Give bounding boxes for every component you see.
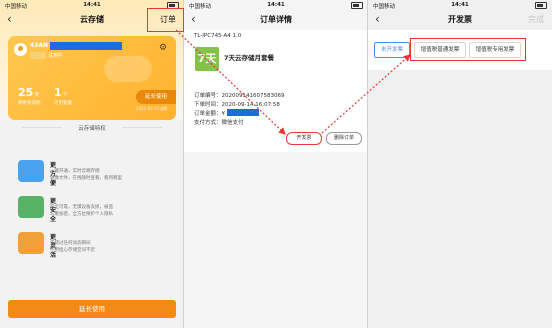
days-label: 剩余有效期 — [18, 101, 41, 106]
feature-desc: 不错过任何动态瞬间 不用担心存储空间不足 — [50, 241, 95, 253]
clock: 14:41 — [267, 2, 285, 8]
rights-title: 云存储特权 — [78, 126, 106, 132]
phone-icon — [18, 160, 44, 182]
status-bar: 中国移动 14:41 — [184, 0, 368, 11]
package-icon: 7天 — [195, 47, 219, 71]
nav-bar: ‹ 订单详情 — [184, 11, 368, 29]
package-count: 1个 — [54, 86, 68, 99]
invoice-button[interactable]: 开发票 — [286, 132, 322, 145]
device-name: 43AN — [30, 42, 49, 49]
page-title: 开发票 — [448, 15, 472, 24]
expiry-date: 2021-03-31过期 — [136, 106, 168, 111]
feature-desc: 一键开通，实时云端存储 录像文件，在线随时查看，看到哪里 — [50, 169, 122, 181]
tab-no-invoice[interactable]: 未开发票 — [374, 42, 410, 58]
camera-icon — [14, 43, 27, 56]
battery-icon — [535, 2, 547, 9]
extend-button[interactable]: 延长使用 — [136, 90, 176, 104]
order-detail-screen: 中国移动 14:41 ‹ 订单详情 TL-IPC745-A4 1.0 7天 7天… — [184, 0, 368, 328]
clock: 14:41 — [451, 2, 469, 8]
page-title: 订单详情 — [260, 15, 292, 24]
storage-card: 43AN 试用中 ⚙ 25天 剩余有效期 1个 可用套餐 延长使用 2021-0… — [8, 36, 176, 120]
delete-order-button[interactable]: 删除订单 — [326, 132, 362, 145]
cloud-storage-screen: 中国移动 14:41 ‹ 云存储 订单 43AN 试用中 ⚙ 25天 剩余有效期… — [0, 0, 184, 328]
package-label: 可用套餐 — [54, 101, 72, 106]
order-time: 下单时间：2020-09-14 16:07:58 — [194, 102, 280, 108]
days-remaining: 25天 — [18, 86, 40, 99]
order-amount: 订单金额：¥ — [194, 111, 225, 117]
device-model: TL-IPC745-A4 1.0 — [194, 33, 242, 39]
shield-icon — [18, 196, 44, 218]
status-bar: 中国移动 14:41 — [368, 0, 552, 11]
extend-usage-button[interactable]: 延长使用 — [8, 300, 176, 318]
done-button[interactable]: 完成 — [528, 14, 544, 25]
redaction-bar — [227, 109, 259, 116]
highlight-invoice-tabs — [410, 38, 526, 61]
nav-bar: ‹ 开发票 完成 — [368, 11, 552, 29]
highlight-orders — [147, 8, 184, 32]
order-number: 订单编号：202009141607583069 — [194, 93, 285, 99]
payment-method: 支付方式：微信支付 — [194, 120, 244, 126]
cloud-icon — [104, 56, 152, 82]
feature-desc: 安全可靠，无惧设备丢损，被盗 三重加密，全方位保护个人隐私 — [50, 205, 113, 217]
divider-right — [122, 127, 162, 128]
redaction-bar — [50, 42, 122, 50]
package-name: 7天云存储月套餐 — [224, 54, 275, 62]
trial-label: 试用中 — [48, 53, 64, 59]
box-icon — [18, 232, 44, 254]
gear-icon[interactable]: ⚙ — [159, 44, 167, 53]
battery-icon — [351, 2, 363, 9]
plan-tag — [30, 52, 46, 59]
